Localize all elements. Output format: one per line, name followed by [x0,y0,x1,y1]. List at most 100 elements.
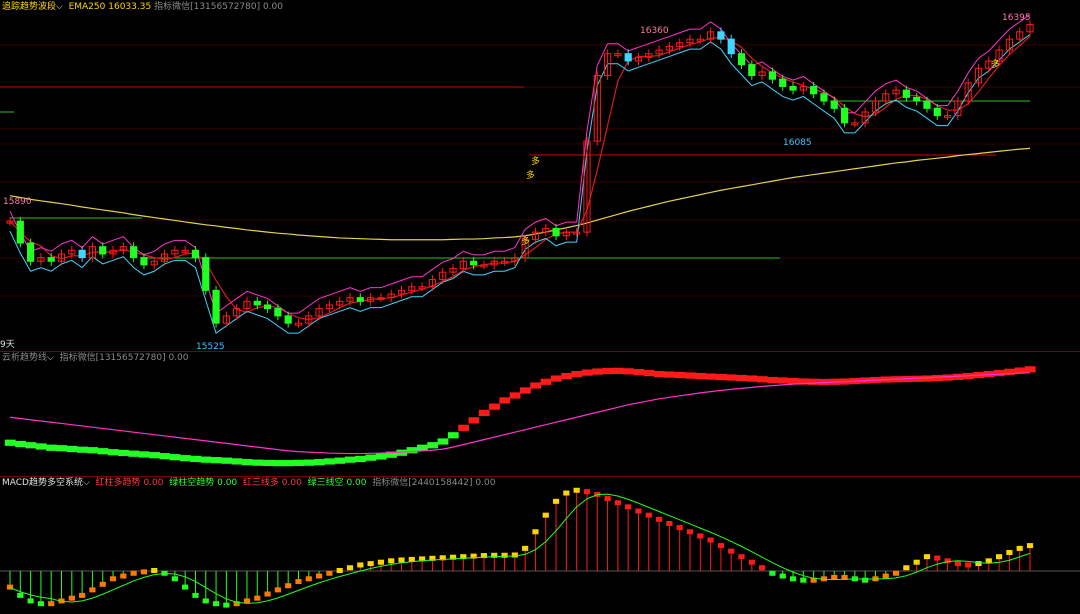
macd-block [779,573,786,579]
candle-body [78,249,86,259]
macd-block [748,559,755,565]
cloud-slow-line [9,372,1031,455]
cloud-bar [200,456,212,463]
macd-item-label: 红三线多 [242,478,279,488]
chevron-down-icon[interactable]: ⌵ [56,2,63,12]
macd-block [728,548,735,554]
cloud-bar [313,459,325,466]
cloud-bar [210,457,222,464]
cloud-bar [15,440,26,448]
candle-body [810,85,818,95]
macd-block [89,587,96,593]
macd-block [975,561,982,567]
macd-block [923,554,931,560]
macd-block [542,512,549,518]
candle-body [191,249,200,259]
candle-body [779,78,787,87]
candle-body [768,71,777,80]
cloud-bar [767,376,779,384]
main-indicator-title[interactable]: 追踪趋势波段 [2,2,56,12]
cloud-bar [427,442,439,449]
macd-block [759,565,766,571]
macd-block [635,508,642,514]
macd-block [326,570,333,576]
cloud-bar [375,453,387,460]
candle-body [284,315,292,324]
candle-body [737,53,746,66]
candle-body [902,89,910,98]
cloud-bar [437,438,449,445]
cloud-bar [447,432,459,439]
candle-body [99,246,107,255]
macd-block [604,496,611,502]
cloud-bar [643,369,655,377]
cloud-bar [334,457,346,464]
stock-chart[interactable] [0,0,1080,614]
candle-body [470,260,478,266]
macd-item-value: 0.00 [217,478,238,488]
macd-block [625,504,632,510]
ema250-line [9,147,1031,241]
macd-block [800,577,807,583]
macd-block [1006,550,1013,556]
chevron-down-icon[interactable]: ⌵ [47,353,54,363]
cloud-bar [25,442,37,449]
cloud-bar [550,375,562,382]
cloud-bar [344,456,356,463]
cloud-bar [777,377,789,384]
candle-body [830,100,838,109]
signal-label: 多 [531,157,541,167]
cloud-indicator-title[interactable]: 云析趋势线 [2,353,47,363]
macd-block [1016,545,1023,551]
cloud-bar [674,371,686,379]
macd-block [264,591,271,597]
main-panel-header: 追踪趋势波段⌵ EMA250 16033.35 指标微信[13156572780… [2,1,283,13]
cloud-bar [406,447,418,454]
macd-item-label: 指标微信[2440158442] [372,478,473,488]
cloud-extra-label: 指标微信[13156572780] [59,353,166,363]
macd-block [676,525,683,531]
macd-block [985,558,992,564]
price-label-high-mid: 16360 [640,26,669,36]
macd-block [285,583,292,589]
cloud-bar [808,378,820,385]
cloud-bar [66,445,78,453]
cloud-bar [272,460,284,467]
cloud-bar [458,424,469,431]
trend-line [9,35,1031,321]
macd-block [305,576,312,582]
macd-block [346,565,354,571]
cloud-bar [478,409,490,416]
cloud-bar [283,460,294,467]
macd-block [388,558,395,564]
macd-block [68,595,75,601]
candle-body [727,38,735,55]
cloud-bar [581,369,593,376]
macd-item-value: 0.00 [281,478,302,488]
upper-band-line [9,14,1031,314]
macd-block [79,592,86,598]
cloud-bar [921,375,933,382]
cloud-bar [35,443,47,450]
candle-body [933,107,941,117]
macd-block [934,555,941,561]
macd-block [563,490,570,496]
macd-block [254,595,261,601]
macd-block [789,576,797,582]
chevron-down-icon[interactable]: ⌵ [83,478,90,488]
cloud-bar [509,392,521,399]
cloud-bar [602,367,614,375]
candle-body [253,300,261,306]
cloud-bar [365,454,377,461]
macd-block [1026,543,1034,549]
macd-block [109,576,117,582]
macd-block [501,552,508,558]
cloud-bar [664,371,676,378]
macd-indicator-title[interactable]: MACD趋势多空系统 [2,478,83,488]
cloud-bar [942,374,954,381]
macd-block [996,554,1003,560]
cloud-bar [97,448,109,455]
macd-block [192,592,199,598]
macd-block [686,529,694,535]
candle-body [212,289,220,324]
